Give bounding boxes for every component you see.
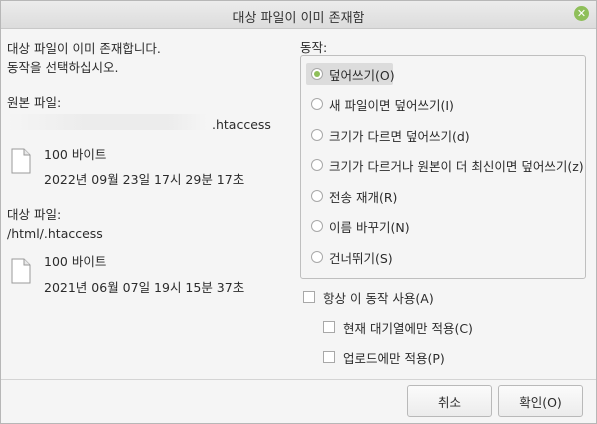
- target-file-label: 대상 파일:: [7, 207, 62, 222]
- action-group-label: 동작:: [300, 40, 328, 55]
- radio-label: 전송 재개(R): [329, 189, 398, 205]
- source-path-blurred: [7, 114, 207, 130]
- always-use-action-option[interactable]: 항상 이 동작 사용(A): [303, 287, 434, 307]
- radio-label: 이름 바꾸기(N): [329, 219, 410, 235]
- radio-label: 크기가 다르거나 원본이 더 최신이면 덮어쓰기(z): [329, 158, 584, 174]
- checkbox-label: 항상 이 동작 사용(A): [323, 290, 434, 306]
- source-file-label: 원본 파일:: [7, 95, 62, 110]
- radio-button-checked[interactable]: [311, 68, 323, 80]
- file-icon: [11, 148, 31, 174]
- radio-overwrite-if-size-differs[interactable]: 크기가 다르면 덮어쓰기(d): [311, 125, 470, 145]
- message-line-1: 대상 파일이 이미 존재합니다.: [7, 41, 161, 56]
- radio-label: 건너뛰기(S): [329, 250, 393, 266]
- close-icon[interactable]: ✕: [574, 6, 589, 21]
- checkbox-label: 현재 대기열에만 적용(C): [343, 320, 473, 336]
- target-file-path: /html/.htaccess: [7, 226, 103, 241]
- radio-button[interactable]: [311, 129, 323, 141]
- radio-label: 크기가 다르면 덮어쓰기(d): [329, 128, 470, 144]
- target-file-date: 2021년 06월 07일 19시 15분 37초: [44, 280, 245, 295]
- file-exists-dialog: 대상 파일이 이미 존재함 ✕ 대상 파일이 이미 존재합니다. 동작을 선택하…: [0, 0, 597, 424]
- radio-button[interactable]: [311, 98, 323, 110]
- radio-rename[interactable]: 이름 바꾸기(N): [311, 216, 410, 236]
- window-title: 대상 파일이 이미 존재함: [232, 11, 365, 26]
- action-group: 덮어쓰기(O) 새 파일이면 덮어쓰기(I) 크기가 다르면 덮어쓰기(d) 크…: [300, 55, 586, 279]
- radio-skip[interactable]: 건너뛰기(S): [311, 247, 393, 267]
- message-line-2: 동작을 선택하십시오.: [7, 60, 119, 75]
- radio-button[interactable]: [311, 159, 323, 171]
- footer-separator: [1, 379, 596, 380]
- radio-button[interactable]: [311, 190, 323, 202]
- source-file-date: 2022년 09월 23일 17시 29분 17초: [44, 172, 245, 187]
- file-icon: [11, 258, 31, 284]
- apply-to-queue-only-option[interactable]: 현재 대기열에만 적용(C): [323, 317, 473, 337]
- apply-to-uploads-only-option[interactable]: 업로드에만 적용(P): [323, 347, 445, 367]
- source-file-path: .htaccess: [212, 117, 271, 132]
- radio-button[interactable]: [311, 251, 323, 263]
- radio-resume[interactable]: 전송 재개(R): [311, 186, 397, 206]
- radio-label: 덮어쓰기(O): [329, 67, 395, 83]
- cancel-button[interactable]: 취소: [407, 385, 492, 417]
- checkbox-label: 업로드에만 적용(P): [343, 350, 445, 366]
- checkbox[interactable]: [323, 321, 335, 333]
- target-file-size: 100 바이트: [44, 254, 107, 269]
- radio-overwrite-if-newer[interactable]: 새 파일이면 덮어쓰기(I): [311, 94, 454, 114]
- checkbox[interactable]: [303, 291, 315, 303]
- radio-overwrite-if-size-differs-or-newer[interactable]: 크기가 다르거나 원본이 더 최신이면 덮어쓰기(z): [311, 155, 584, 175]
- ok-button[interactable]: 확인(O): [498, 385, 583, 417]
- title-bar: 대상 파일이 이미 존재함 ✕: [1, 1, 596, 29]
- radio-overwrite[interactable]: 덮어쓰기(O): [311, 64, 395, 84]
- radio-label: 새 파일이면 덮어쓰기(I): [329, 97, 454, 113]
- radio-button[interactable]: [311, 220, 323, 232]
- checkbox[interactable]: [323, 351, 335, 363]
- source-file-size: 100 바이트: [44, 147, 107, 162]
